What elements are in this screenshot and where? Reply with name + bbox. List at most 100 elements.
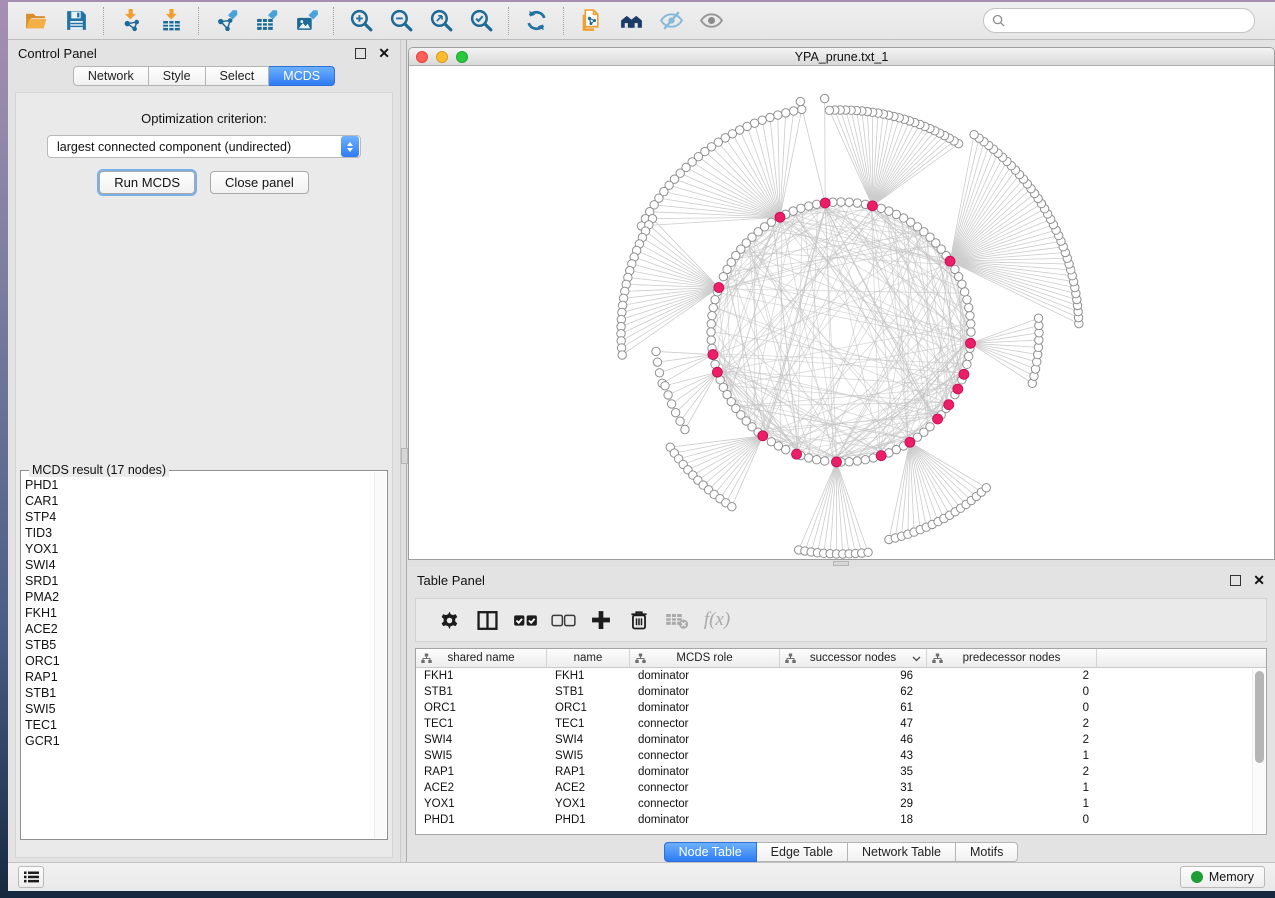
refresh-view-button[interactable] (516, 5, 556, 37)
cell-shared-name[interactable]: SWI4 (416, 732, 547, 748)
export-network-button[interactable] (206, 5, 246, 37)
horizontal-splitter[interactable] (407, 560, 1275, 567)
cell-predecessor-nodes[interactable]: 1 (927, 780, 1097, 796)
mcds-result-item[interactable]: GCR1 (25, 733, 373, 749)
mcds-result-item[interactable]: YOX1 (25, 541, 373, 557)
splitter-grip[interactable] (401, 448, 408, 464)
deselect-all-columns-button[interactable] (544, 602, 582, 638)
dominator-node[interactable] (966, 338, 976, 348)
column-header-MCDS-role[interactable]: MCDS role (630, 649, 780, 667)
cell-shared-name[interactable]: RAP1 (416, 764, 547, 780)
table-row[interactable]: TEC1TEC1connector472 (416, 716, 1266, 732)
tab-network[interactable]: Network (73, 66, 149, 86)
tab-mcds[interactable]: MCDS (269, 66, 335, 86)
mcds-result-item[interactable]: SWI5 (25, 701, 373, 717)
mcds-result-item[interactable]: FKH1 (25, 605, 373, 621)
import-table-button[interactable] (151, 5, 191, 37)
dominator-node[interactable] (876, 451, 886, 461)
network-canvas[interactable] (409, 66, 1274, 559)
dominator-node[interactable] (959, 369, 969, 379)
optimization-criterion-dropdown[interactable]: largest connected component (undirected) (47, 135, 361, 158)
memory-button[interactable]: Memory (1180, 866, 1265, 888)
cell-shared-name[interactable]: PHD1 (416, 812, 547, 828)
mcds-result-item[interactable]: STB1 (25, 685, 373, 701)
tab-network-table[interactable]: Network Table (848, 842, 956, 862)
mcds-result-item[interactable]: SRD1 (25, 573, 373, 589)
cell-predecessor-nodes[interactable]: 2 (927, 668, 1097, 684)
delete-columns-button[interactable] (620, 602, 658, 638)
cell-MCDS-role[interactable]: dominator (630, 764, 780, 780)
dominator-node[interactable] (820, 198, 830, 208)
run-mcds-button[interactable]: Run MCDS (99, 171, 195, 194)
cell-successor-nodes[interactable]: 47 (780, 716, 927, 732)
close-panel-button[interactable]: ✕ (378, 46, 390, 60)
mcds-result-item[interactable]: ORC1 (25, 653, 373, 669)
dominator-node[interactable] (945, 256, 955, 266)
mcds-result-scrollbar[interactable] (374, 472, 386, 838)
cell-successor-nodes[interactable]: 62 (780, 684, 927, 700)
show-panel-list-button[interactable] (18, 866, 44, 888)
cell-name[interactable]: SWI4 (547, 732, 630, 748)
table-row[interactable]: RAP1RAP1dominator352 (416, 764, 1266, 780)
close-table-panel-button[interactable]: ✕ (1253, 573, 1265, 587)
splitter-grip[interactable] (833, 561, 849, 566)
column-header-shared-name[interactable]: shared name (416, 649, 547, 667)
cell-name[interactable]: TEC1 (547, 716, 630, 732)
cell-name[interactable]: ORC1 (547, 700, 630, 716)
tab-motifs[interactable]: Motifs (956, 842, 1018, 862)
table-row[interactable]: ORC1ORC1dominator610 (416, 700, 1266, 716)
cell-name[interactable]: YOX1 (547, 796, 630, 812)
network-window-titlebar[interactable]: YPA_prune.txt_1 (409, 48, 1274, 66)
mcds-result-item[interactable]: CAR1 (25, 493, 373, 509)
import-network-button[interactable] (111, 5, 151, 37)
table-row[interactable]: SWI4SWI4dominator462 (416, 732, 1266, 748)
mcds-result-item[interactable]: ACE2 (25, 621, 373, 637)
cell-MCDS-role[interactable]: connector (630, 716, 780, 732)
float-panel-button[interactable] (355, 48, 366, 59)
cell-successor-nodes[interactable]: 96 (780, 668, 927, 684)
mcds-result-item[interactable]: STB5 (25, 637, 373, 653)
cell-MCDS-role[interactable]: connector (630, 796, 780, 812)
table-row[interactable]: ACE2ACE2connector311 (416, 780, 1266, 796)
dominator-node[interactable] (905, 437, 915, 447)
cell-successor-nodes[interactable]: 18 (780, 812, 927, 828)
cell-successor-nodes[interactable]: 46 (780, 732, 927, 748)
table-row[interactable]: SWI5SWI5connector431 (416, 748, 1266, 764)
close-mcds-panel-button[interactable]: Close panel (210, 171, 309, 194)
dominator-node[interactable] (708, 350, 718, 360)
column-header-predecessor-nodes[interactable]: predecessor nodes (927, 649, 1097, 667)
column-header-name[interactable]: name (547, 649, 630, 667)
cell-shared-name[interactable]: YOX1 (416, 796, 547, 812)
mcds-result-item[interactable]: TEC1 (25, 717, 373, 733)
cell-name[interactable]: STB1 (547, 684, 630, 700)
cell-MCDS-role[interactable]: connector (630, 780, 780, 796)
cell-shared-name[interactable]: TEC1 (416, 716, 547, 732)
dominator-node[interactable] (758, 431, 768, 441)
tab-style[interactable]: Style (149, 66, 206, 86)
cell-predecessor-nodes[interactable]: 2 (927, 764, 1097, 780)
cell-predecessor-nodes[interactable]: 0 (927, 812, 1097, 828)
save-session-button[interactable] (56, 5, 96, 37)
cell-predecessor-nodes[interactable]: 0 (927, 684, 1097, 700)
cell-MCDS-role[interactable]: dominator (630, 732, 780, 748)
cell-successor-nodes[interactable]: 61 (780, 700, 927, 716)
export-table-button[interactable] (246, 5, 286, 37)
tab-node-table[interactable]: Node Table (664, 842, 757, 862)
cell-successor-nodes[interactable]: 31 (780, 780, 927, 796)
dominator-node[interactable] (714, 283, 724, 293)
mcds-result-item[interactable]: STP4 (25, 509, 373, 525)
cell-predecessor-nodes[interactable]: 1 (927, 796, 1097, 812)
mcds-result-item[interactable]: RAP1 (25, 669, 373, 685)
cell-name[interactable]: PHD1 (547, 812, 630, 828)
cell-shared-name[interactable]: SWI5 (416, 748, 547, 764)
create-column-button[interactable] (582, 602, 620, 638)
mcds-result-item[interactable]: SWI4 (25, 557, 373, 573)
export-image-button[interactable] (286, 5, 326, 37)
zoom-in-button[interactable] (341, 5, 381, 37)
tab-select[interactable]: Select (206, 66, 270, 86)
dominator-node[interactable] (831, 457, 841, 467)
select-all-columns-button[interactable] (506, 602, 544, 638)
cell-shared-name[interactable]: FKH1 (416, 668, 547, 684)
table-settings-button[interactable] (430, 602, 468, 638)
zoom-fit-button[interactable] (421, 5, 461, 37)
